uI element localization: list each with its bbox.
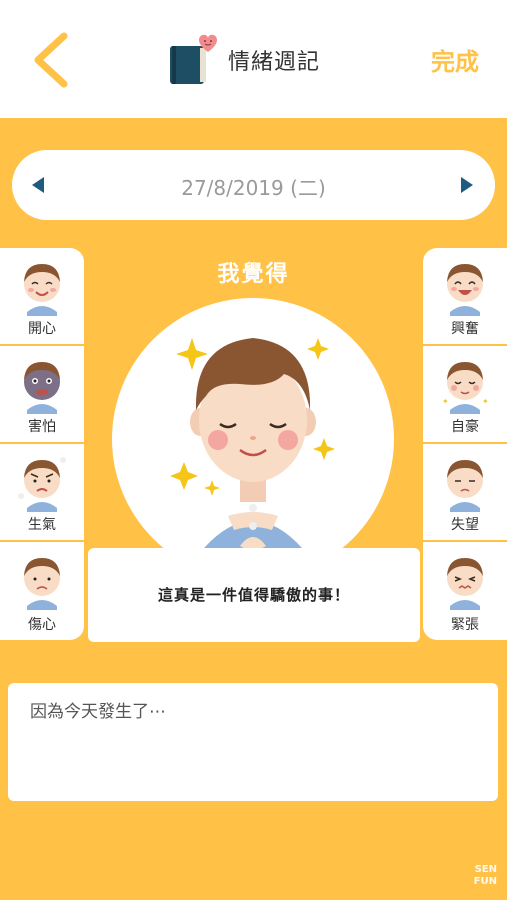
emotion-list-right: 興奮 ✦ ✦ 自豪 失望 緊張: [423, 248, 507, 640]
date-selector: 27/8/2019 (二): [12, 150, 495, 220]
reason-input[interactable]: [30, 697, 476, 787]
proud-boy-illustration: [170, 338, 335, 580]
done-button[interactable]: 完成: [431, 42, 479, 77]
emotion-message: 這真是一件值得驕傲的事！: [157, 586, 350, 604]
emotion-label: 開心: [28, 321, 56, 337]
watermark-line2: FUN: [473, 876, 497, 887]
emotion-label: 害怕: [28, 419, 56, 435]
proud-face-icon: ✦ ✦: [442, 362, 489, 414]
emotion-sad[interactable]: 傷心: [0, 542, 84, 640]
emotion-label: 緊張: [451, 617, 479, 633]
emotion-list-left: 開心 害怕 生氣 傷心: [0, 248, 84, 640]
emotion-label: 興奮: [451, 321, 479, 337]
emotion-disappointed[interactable]: 失望: [423, 444, 507, 542]
sad-face-icon: [24, 558, 60, 610]
emotion-scared[interactable]: 害怕: [0, 346, 84, 444]
feeling-heading: 我覺得: [217, 262, 290, 287]
next-date-button[interactable]: [461, 177, 473, 193]
watermark-line1: SEN: [474, 864, 497, 875]
selected-emotion-illustration: [112, 298, 394, 580]
scared-face-icon: [24, 362, 60, 414]
page-title: 情緒週記: [228, 50, 321, 75]
back-button[interactable]: [28, 30, 80, 90]
reason-input-box: [8, 683, 498, 801]
chevron-left-icon: [34, 32, 68, 88]
emotion-message-box: 這真是一件值得驕傲的事！: [88, 548, 420, 642]
svg-text:✦: ✦: [442, 397, 449, 406]
emotion-label: 生氣: [28, 517, 56, 533]
top-bar: 情緒週記 完成: [0, 0, 507, 118]
angry-face-icon: [18, 457, 66, 512]
diary-heart-icon: [170, 34, 217, 84]
emotion-proud[interactable]: ✦ ✦ 自豪: [423, 346, 507, 444]
emotion-angry[interactable]: 生氣: [0, 444, 84, 542]
page-title-group: 情緒週記: [166, 30, 320, 90]
emotion-label: 失望: [451, 517, 479, 533]
watermark-logo: SEN FUN: [474, 864, 497, 888]
nervous-face-icon: [447, 558, 483, 610]
emotion-nervous[interactable]: 緊張: [423, 542, 507, 640]
emotion-label: 自豪: [451, 419, 479, 435]
current-date: 27/8/2019 (二): [181, 176, 326, 200]
svg-text:✦: ✦: [482, 397, 489, 406]
emotion-label: 傷心: [28, 617, 56, 633]
disappointed-face-icon: [447, 460, 483, 512]
